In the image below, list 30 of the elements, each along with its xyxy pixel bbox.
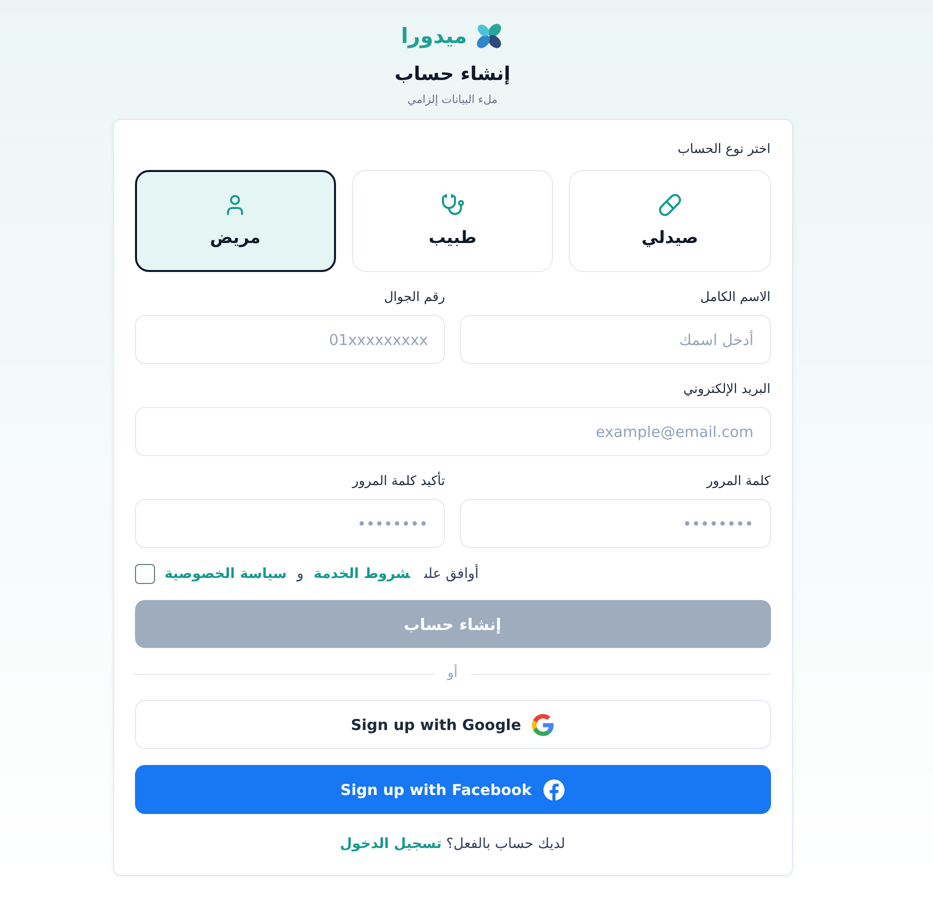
page-subtitle: ملء البيانات إلزامي	[407, 92, 498, 108]
privacy-link[interactable]: سياسة الخصوصية	[164, 566, 287, 582]
field-label: كلمة المرور	[706, 473, 770, 491]
input-field[interactable]: 01xxxxxxxxx	[134, 315, 445, 364]
input-field[interactable]: أدخل اسمك	[460, 315, 770, 364]
account-type-card[interactable]: طبيب	[352, 170, 554, 272]
login-prompt: لديك حساب بالفعل؟ تسجيل الدخول	[340, 835, 566, 853]
facebook-signup-button[interactable]: Sign up with Facebook	[134, 765, 770, 814]
field-label: رقم الجوال	[384, 289, 445, 307]
terms-link[interactable]: شروط الخدمة	[314, 566, 410, 582]
divider-text: أو	[448, 665, 458, 683]
field-label: البريد الإلكتروني	[683, 381, 770, 399]
pill-icon	[658, 192, 682, 216]
google-signup-button[interactable]: Sign up with Google	[134, 700, 770, 749]
logo-text: ميدورا	[400, 24, 468, 48]
input-field[interactable]: ••••••••	[134, 499, 445, 548]
agreement-text: أوافق على شروط الخدمة و سياسة الخصوصية	[164, 564, 479, 584]
stethoscope-icon	[440, 192, 465, 216]
field-label: الاسم الكامل	[700, 289, 770, 307]
field-label: تأكيد كلمة المرور	[352, 473, 445, 491]
google-icon	[532, 714, 554, 736]
page-title: إنشاء حساب	[394, 62, 510, 87]
account-type-label: اختر نوع الحساب	[678, 141, 770, 159]
input-field[interactable]: ••••••••	[460, 499, 770, 548]
checkbox[interactable]	[134, 564, 154, 584]
account-type-card[interactable]: صيدلي	[569, 170, 770, 272]
input-field[interactable]: example@email.com	[134, 407, 770, 456]
facebook-icon	[542, 778, 565, 800]
account-type-card[interactable]: مريض	[134, 170, 336, 272]
login-link[interactable]: تسجيل الدخول	[340, 836, 442, 852]
